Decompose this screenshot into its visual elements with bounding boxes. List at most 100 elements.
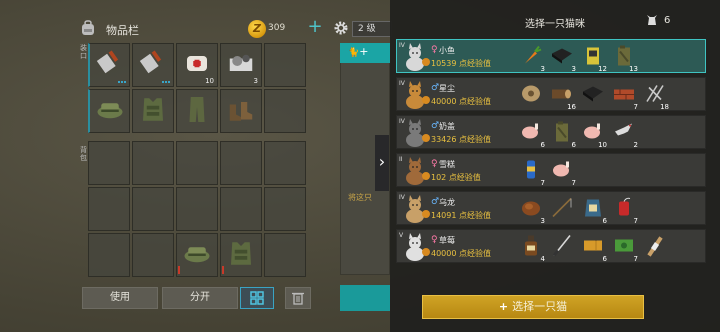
inventory-slot-military-cap[interactable]: [88, 89, 130, 133]
exp-badge-icon: [422, 134, 430, 142]
reward-item: 6: [579, 232, 607, 263]
reward-quantity: 7: [633, 217, 638, 225]
inventory-slot-empty[interactable]: [132, 233, 174, 277]
carrot-icon: [519, 44, 543, 71]
reward-item: 13: [610, 42, 638, 73]
cat-sex-icon: ♀: [431, 235, 438, 245]
soda-can-icon: [519, 158, 543, 185]
inventory-slot-empty[interactable]: [264, 141, 306, 185]
collapse-panel-button[interactable]: ›: [375, 135, 389, 191]
cat-row[interactable]: IV ♂ 乌龙 14091 点经验值 3 6 7: [396, 191, 706, 225]
reward-quantity: 7: [540, 179, 545, 187]
exp-badge-icon: [422, 248, 430, 256]
cat-name: 小鱼: [439, 46, 455, 55]
inventory-slot-bandage[interactable]: 10: [176, 43, 218, 87]
cat-reward-items: 3 3 12 13: [517, 42, 638, 73]
inventory-slot-boots[interactable]: [220, 89, 262, 133]
ticket-icon: [581, 234, 605, 261]
cat-name: 雪糕: [439, 160, 455, 169]
inventory-slot-armor-vest[interactable]: [132, 89, 174, 133]
slot-quantity: 10: [205, 77, 214, 85]
whiskey-bottle-icon: [519, 234, 543, 261]
roasted-meat-icon: [519, 196, 543, 223]
inventory-slot-cleaver[interactable]: [88, 43, 130, 87]
black-cloth-icon: [550, 44, 574, 71]
cat-list: IV ♀ 小鱼 10539 点经验值 3 3 12 13 IV ♂ 星尘 400…: [396, 39, 706, 267]
cleaver-icon: [138, 49, 168, 82]
crafting-hint: 将这只: [348, 193, 372, 202]
inventory-slot-empty[interactable]: [264, 233, 306, 277]
crafting-action-button[interactable]: [340, 285, 390, 311]
inventory-slot-empty[interactable]: [264, 43, 306, 87]
raw-chicken-icon: [550, 158, 574, 185]
reward-item: 16: [548, 80, 576, 111]
reward-item: 3: [548, 42, 576, 73]
cat-row[interactable]: II ♀ 雪糕 102 点经验值 7 7: [396, 153, 706, 187]
reward-item: 6: [517, 118, 545, 149]
inventory-slot-empty[interactable]: [220, 187, 262, 231]
cat-sex-icon: ♀: [431, 45, 438, 55]
durability-dots: [162, 81, 170, 83]
cat-row[interactable]: IV ♂ 星尘 40000 点经验值 16 7 18: [396, 77, 706, 111]
inventory-slot-cable-tape[interactable]: 3: [220, 43, 262, 87]
split-button[interactable]: 分开: [162, 287, 238, 309]
cat-add-tab[interactable]: 🐈+: [340, 43, 390, 63]
cat-portrait-icon: [406, 43, 424, 71]
inventory-slot-empty[interactable]: [88, 141, 130, 185]
inventory-slot-cleaver[interactable]: [132, 43, 174, 87]
raw-chicken-icon: [519, 120, 543, 147]
inventory-slot-empty[interactable]: [88, 187, 130, 231]
level-selector[interactable]: 2 级: [352, 21, 392, 37]
cat-sex-icon: ♂: [431, 83, 440, 93]
cat-reward-items: 3 6 7: [517, 194, 638, 225]
inventory-slot-empty[interactable]: [132, 187, 174, 231]
gear-icon[interactable]: [333, 20, 349, 36]
reward-item: [641, 232, 669, 262]
use-button[interactable]: 使用: [82, 287, 158, 309]
inventory-slot-empty[interactable]: [220, 141, 262, 185]
cat-name: 奶盖: [439, 122, 455, 131]
cat-name: 草莓: [439, 236, 455, 245]
cat-silhouette-icon: [647, 15, 657, 25]
backpack-side-label: 背包: [80, 146, 87, 162]
reward-item: 18: [641, 80, 669, 111]
inventory-slot-empty[interactable]: [176, 141, 218, 185]
trash-icon: [292, 292, 304, 305]
add-coins-button[interactable]: +: [306, 18, 324, 37]
cat-row[interactable]: V ♀ 草莓 40000 点经验值 4 6 7: [396, 229, 706, 263]
reward-item: 7: [610, 80, 638, 111]
reward-item: 3: [517, 194, 545, 225]
cat-portrait-icon: [406, 157, 424, 185]
trash-button[interactable]: [285, 287, 311, 309]
cat-name: 星尘: [439, 84, 455, 93]
reward-quantity: 2: [633, 141, 638, 149]
equip-side-label: 装口: [80, 44, 87, 60]
cat-row[interactable]: IV ♂ 奶盖 33426 点经验值 6 6 10 2: [396, 115, 706, 149]
jerrycan-icon: [550, 120, 574, 147]
reward-item: [517, 80, 545, 110]
slot-quantity: 3: [253, 77, 258, 85]
inventory-slot-armor-vest[interactable]: [220, 233, 262, 277]
cat-count: 6: [664, 15, 671, 26]
inventory-slot-empty[interactable]: [264, 89, 306, 133]
equipment-grid: 10 3: [88, 43, 306, 133]
reward-quantity: 7: [571, 179, 576, 187]
inventory-slot-empty[interactable]: [132, 141, 174, 185]
cat-name: 乌龙: [439, 198, 455, 207]
reward-item: [579, 80, 607, 110]
inventory-slot-empty[interactable]: [176, 187, 218, 231]
reward-item: [548, 232, 576, 262]
select-cat-button[interactable]: + 选择一只猫: [422, 295, 644, 319]
reward-quantity: 3: [540, 65, 545, 73]
cat-row[interactable]: IV ♀ 小鱼 10539 点经验值 3 3 12 13: [396, 39, 706, 73]
cat-rank: II: [399, 156, 403, 163]
reward-quantity: 6: [602, 217, 607, 225]
inventory-slot-pants[interactable]: [176, 89, 218, 133]
inventory-slot-military-cap[interactable]: [176, 233, 218, 277]
reward-item: 7: [610, 194, 638, 225]
sort-button[interactable]: [240, 287, 274, 309]
damage-indicator: [178, 266, 180, 274]
exp-badge-icon: [422, 172, 430, 180]
inventory-slot-empty[interactable]: [88, 233, 130, 277]
inventory-slot-empty[interactable]: [264, 187, 306, 231]
